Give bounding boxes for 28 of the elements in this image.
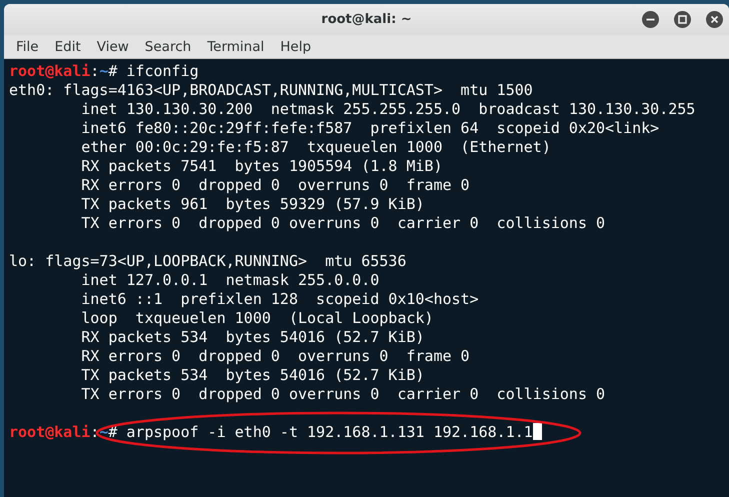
output-line: TX packets 961 bytes 59329 (57.9 KiB) xyxy=(80,195,424,214)
menu-item[interactable]: File xyxy=(8,36,47,56)
close-icon[interactable] xyxy=(706,11,723,28)
output-line: inet 130.130.30.200 netmask 255.255.255.0 broadcast 130.130.30.255 xyxy=(80,100,696,119)
menu-item[interactable]: View xyxy=(88,36,137,56)
output-line: TX packets 534 bytes 54016 (52.7 KiB) xyxy=(80,366,424,385)
menu-item[interactable]: Edit xyxy=(46,36,89,56)
output-line: inet 127.0.0.1 netmask 255.0.0.0 xyxy=(80,271,380,290)
output-line: inet6 fe80::20c:29ff:fefe:f587 prefixlen 64 scopeid 0x20<link> xyxy=(80,119,660,138)
output-line: RX packets 7541 bytes 1905594 (1.8 MiB) xyxy=(80,157,442,176)
output-line: RX packets 534 bytes 54016 (52.7 KiB) xyxy=(80,328,424,347)
output-line: TX errors 0 dropped 0 overruns 0 carrier 0 collisions 0 xyxy=(80,385,606,404)
output-line: RX errors 0 dropped 0 overruns 0 frame 0 xyxy=(80,347,470,366)
menu-item[interactable]: Search xyxy=(136,36,200,56)
menu-item[interactable]: Terminal xyxy=(199,36,272,56)
prompt-line: root@kali:~# ifconfig xyxy=(9,62,199,81)
output-line: ether 00:0c:29:fe:f5:87 txqueuelen 1000 (Ethernet) xyxy=(80,138,551,157)
output-line: TX errors 0 dropped 0 overruns 0 carrier 0 collisions 0 xyxy=(80,214,606,233)
output-line: loop txqueuelen 1000 (Local Loopback) xyxy=(80,309,434,328)
output-line: RX errors 0 dropped 0 overruns 0 frame 0 xyxy=(80,176,470,195)
menu-item[interactable]: Help xyxy=(272,36,320,56)
output-line: lo: flags=73<UP,LOOPBACK,RUNNING> mtu 65536 xyxy=(9,252,406,271)
minimize-icon[interactable] xyxy=(642,11,659,28)
window-title: root@kali: ~ xyxy=(321,12,412,27)
maximize-icon[interactable] xyxy=(674,11,691,28)
output-line: inet6 ::1 prefixlen 128 scopeid 0x10<host> xyxy=(80,290,479,309)
output-line: eth0: flags=4163<UP,BROADCAST,RUNNING,MULTICAST> mtu 1500 xyxy=(9,81,533,100)
prompt-line: root@kali:~# arpspoof -i eth0 -t 192.168.1.131 192.168.1.1 xyxy=(9,423,542,442)
